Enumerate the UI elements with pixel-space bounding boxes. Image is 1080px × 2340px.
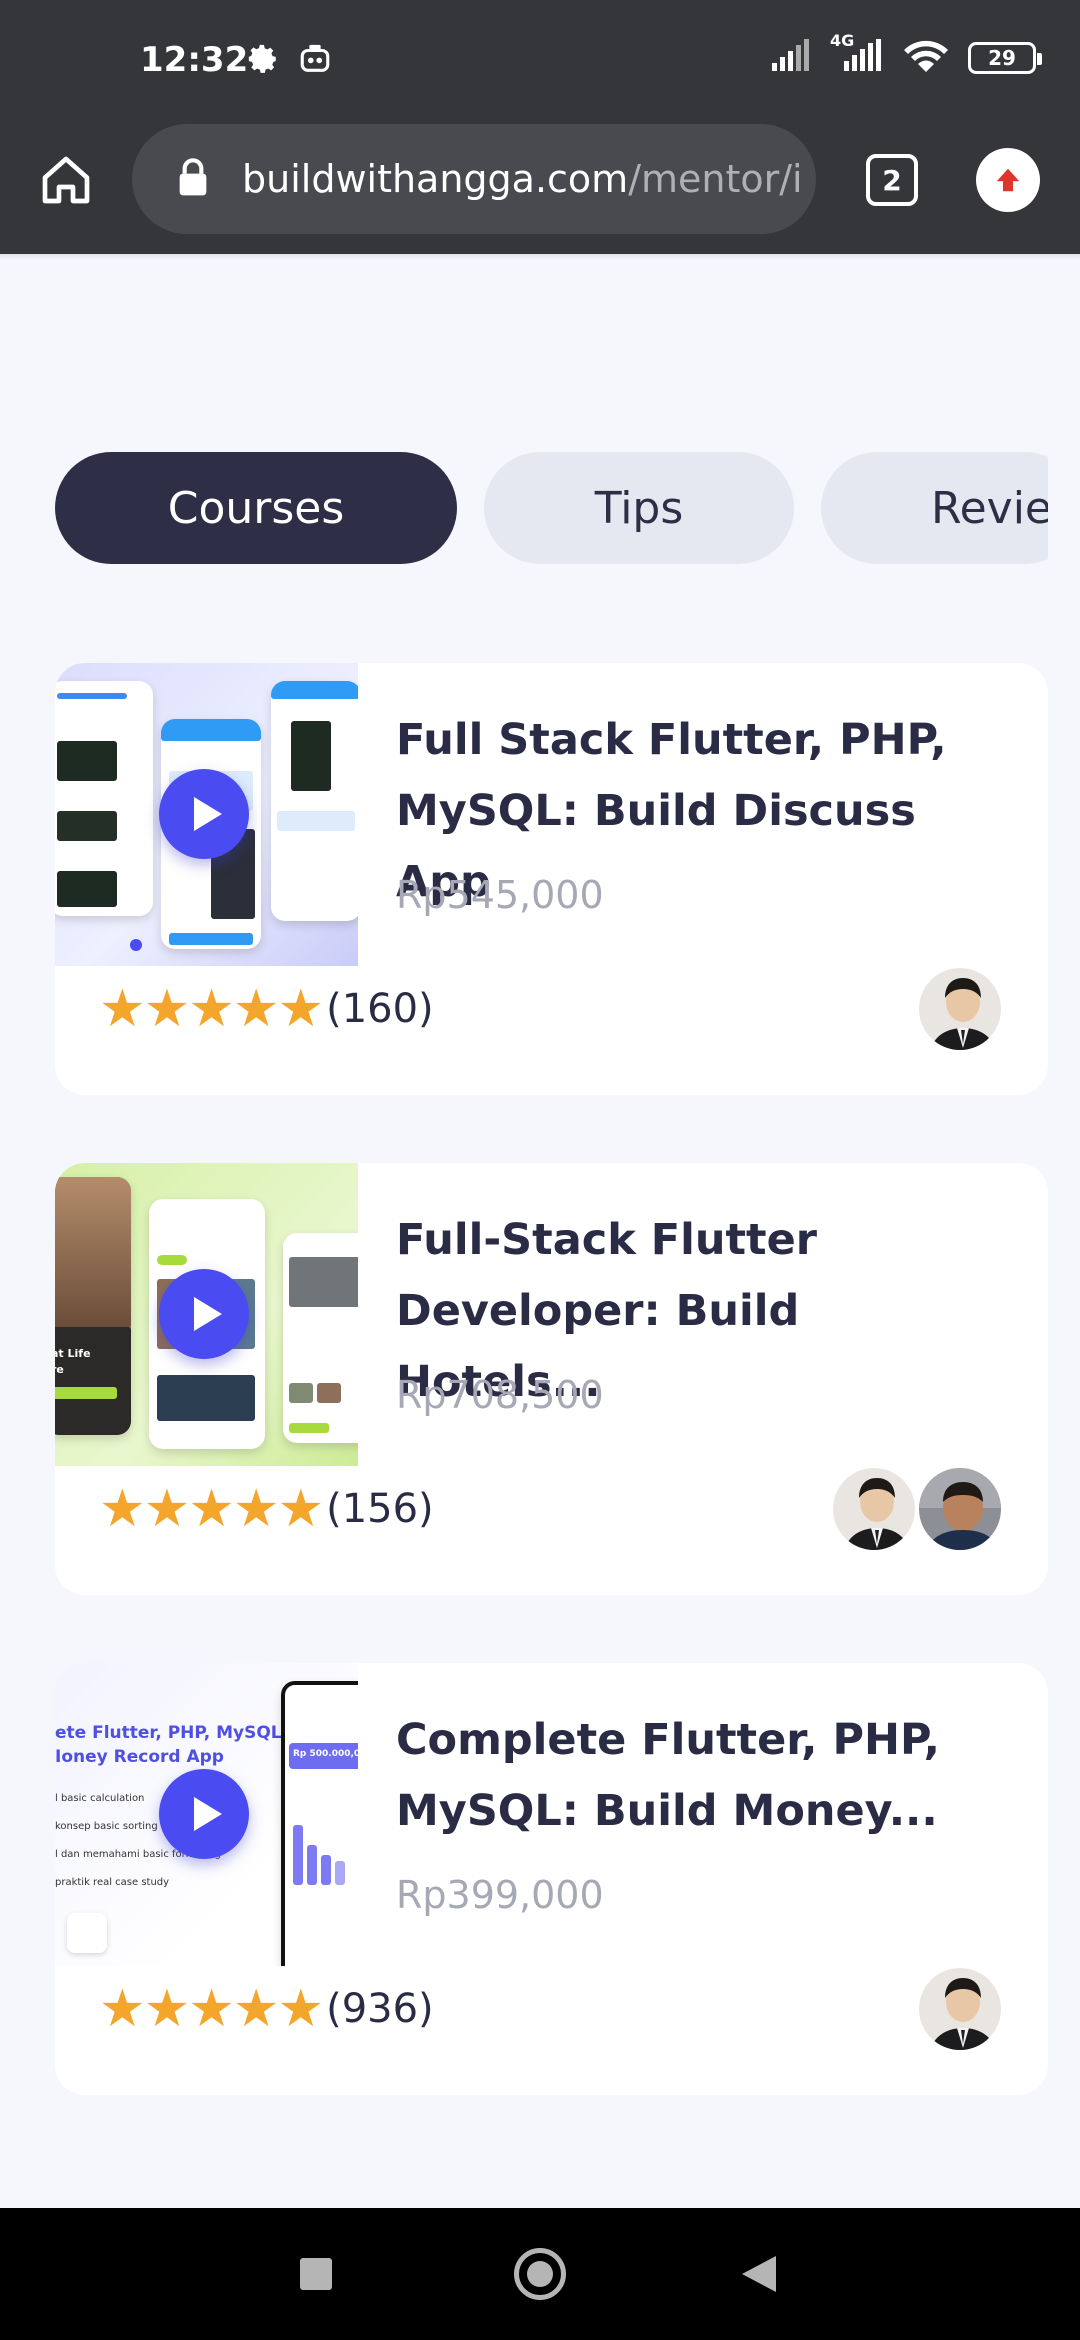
gear-icon [246,42,280,80]
thumbnail-bullet: l basic calculation [55,1793,145,1804]
mentor-avatars [830,1465,1004,1553]
url-host: buildwithangga.com [242,157,629,201]
mentor-avatar[interactable] [830,1465,918,1553]
phone-amount: Rp 500.000,00 [289,1743,358,1769]
review-count: (936) [326,1986,434,2032]
course-card[interactable]: Full Stack Flutter, PHP, MySQL: Build Di… [55,663,1048,1095]
mockup-phone [271,681,358,921]
thumbnail-heading: Ioney Record App [55,1747,224,1767]
thumbnail-bullet: konsep basic sorting & cha [55,1821,175,1832]
course-thumbnail[interactable] [55,663,358,966]
thumbnail-caption: at Life [55,1347,91,1360]
system-nav-bar [0,2208,1080,2340]
course-card[interactable]: at Life re Full-Stack Flutter Developer:… [55,1163,1048,1595]
signal-4g-icon: 4G [830,31,884,77]
course-card[interactable]: ete Flutter, PHP, MySQL: Ioney Record Ap… [55,1663,1048,2095]
thumbnail-heading: ete Flutter, PHP, MySQL: [55,1723,289,1743]
star-rating-icon: ★★★★★ [99,1979,324,2039]
robot-icon [298,42,332,80]
status-time: 12:32 [140,40,249,80]
recents-icon[interactable] [300,2258,332,2290]
mentor-avatar[interactable] [916,1965,1004,2053]
course-price: Rp399,000 [396,1873,604,1917]
battery-level: 29 [988,46,1016,70]
tab-courses[interactable]: Courses [55,452,457,564]
tab-reviews[interactable]: Revie [821,452,1048,564]
tabs-icon[interactable]: 2 [866,154,918,206]
signal-icon [770,39,812,77]
play-icon[interactable] [159,769,249,859]
battery-icon: 29 [968,42,1042,74]
tab-strip: Courses Tips Revie [0,452,1048,564]
mentor-avatar[interactable] [916,965,1004,1053]
course-price: Rp545,000 [396,873,604,917]
play-icon[interactable] [159,1269,249,1359]
thumbnail-bullet: praktik real case study [55,1877,170,1888]
star-rating-icon: ★★★★★ [99,1479,324,1539]
update-icon[interactable] [976,148,1040,212]
star-rating-icon: ★★★★★ [99,979,324,1039]
review-count: (160) [326,986,434,1032]
tab-count: 2 [882,163,902,197]
back-icon[interactable] [742,2256,776,2292]
course-price: Rp708,500 [396,1373,604,1417]
thumbnail-caption: re [55,1363,64,1376]
home-nav-icon[interactable] [514,2248,566,2300]
browser-toolbar: buildwithangga.com/mentor/ii 2 [0,124,1080,254]
course-rating: ★★★★★ (156) [99,1479,434,1539]
status-bar: 12:32 4G 29 [0,0,1080,124]
wifi-icon [902,38,950,78]
course-thumbnail[interactable]: at Life re [55,1163,358,1466]
url-bar[interactable]: buildwithangga.com/mentor/ii [132,124,816,234]
mockup-phone: at Life re [55,1177,131,1435]
url-path: /mentor/ii [628,157,802,201]
mentor-avatars [916,965,1004,1053]
play-icon[interactable] [159,1769,249,1859]
course-rating: ★★★★★ (160) [99,979,434,1039]
tab-tips[interactable]: Tips [484,452,794,564]
course-thumbnail[interactable]: ete Flutter, PHP, MySQL: Ioney Record Ap… [55,1663,358,1966]
course-rating: ★★★★★ (936) [99,1979,434,2039]
review-count: (156) [326,1486,434,1532]
mentor-avatar[interactable] [916,1465,1004,1553]
mentor-avatars [916,1965,1004,2053]
mockup-phone: Rp 500.000,00 [281,1681,358,1966]
mockup-phone [55,681,153,916]
network-type: 4G [830,31,855,50]
mockup-phone [283,1233,358,1443]
lock-icon [176,157,210,201]
course-title[interactable]: Complete Flutter, PHP, MySQL: Build Mone… [396,1705,1016,1847]
toolbar-shadow [0,254,1080,260]
home-icon[interactable] [30,144,102,216]
